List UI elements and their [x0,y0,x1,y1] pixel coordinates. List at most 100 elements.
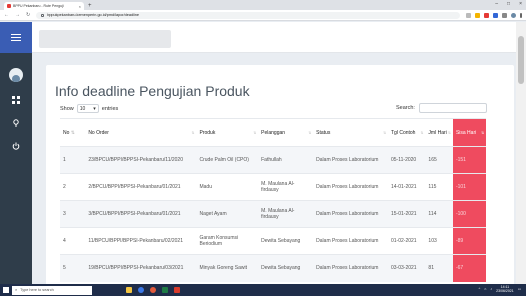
column-header-jml-hari[interactable]: Jml Hari ⇅ [425,118,453,147]
browser-tab-title: BPPU Pekanbaru - Rute Penguji [13,4,64,8]
taskbar-search-placeholder: Type here to search [20,288,54,292]
browser-tab[interactable]: BPPU Pekanbaru - Rute Penguji × [4,2,84,10]
table-row: 5 19/BPCU/BPPI/BPPSI-Pekanbaru/03/2021 M… [60,254,486,282]
cell-no: 5 [60,254,86,282]
power-icon[interactable] [12,142,20,150]
column-header-sisa-hari[interactable]: Sisa Hari ⇅ [452,118,486,147]
magnifier-icon: ⌕ [15,288,18,292]
deadline-card: Info deadline Pengujian Produk Show 10 ▾… [46,65,514,285]
cell-sisa-hari: -67 [452,254,486,282]
cell-status: Dalam Proses Laboratorium [313,254,388,282]
tray-chevron-icon[interactable]: ^ [479,287,481,291]
chrome-icon[interactable] [138,287,144,293]
cell-tgl-contoh: 01-02-2021 [388,227,426,255]
show-label: Show [60,105,74,112]
scrollbar-thumb[interactable] [518,36,524,84]
column-header-status[interactable]: Status ⇅ [313,118,388,147]
profile-icon[interactable] [511,12,516,18]
column-header-no[interactable]: No ⇅ [60,118,86,147]
browser-tab-bar: BPPU Pekanbaru - Rute Penguji × + – □ × [0,0,526,10]
entries-value: 10 [79,105,86,112]
column-header-pelanggan[interactable]: Pelanggan ⇅ [258,118,314,147]
cell-no-order: 23/BPCU/BPPI/BPPSI-Pekanbaru/11/2020 [85,146,197,174]
favicon-icon [7,4,11,8]
cell-tgl-contoh: 14-01-2021 [388,173,426,201]
table-row: 1 23/BPCU/BPPI/BPPSI-Pekanbaru/11/2020 C… [60,146,486,174]
close-tab-icon[interactable]: × [79,4,81,9]
zoom-icon[interactable] [466,12,471,18]
lock-icon [41,13,45,17]
cell-jml-hari: 103 [425,227,453,255]
address-bar-row: ← → ↻ bppukpekanbaru.kemenperin.go.id/pm… [0,10,526,21]
minimize-button[interactable]: – [495,1,498,7]
back-icon[interactable]: ← [4,12,9,18]
cell-status: Dalam Proses Laboratorium [313,200,388,228]
clock[interactable]: 14:11 23/06/2021 [496,285,514,293]
chevron-down-icon: ▾ [93,105,96,112]
system-tray: ^ ⌂ ♪ 14:11 23/06/2021 ▭ [479,285,521,293]
forward-icon[interactable]: → [15,12,20,18]
extension-icon[interactable] [484,12,489,18]
entries-select[interactable]: 10 ▾ [76,104,99,113]
cell-no: 3 [60,200,86,228]
user-avatar[interactable] [9,68,23,82]
cell-no-order: 11/BPCU/BPPI/BPPSI-Pekanbaru/02/2021 [85,227,197,255]
column-header-no-order[interactable]: No Order ⇅ [85,118,197,147]
hamburger-menu-icon[interactable] [11,33,21,42]
cell-status: Dalam Proses Laboratorium [313,173,388,201]
browser-icon[interactable] [150,287,156,293]
column-header-produk[interactable]: Produk ⇅ [196,118,259,147]
reload-icon[interactable]: ↻ [26,12,30,18]
cell-jml-hari: 115 [425,173,453,201]
cell-sisa-hari: -100 [452,200,486,228]
menu-dots-icon[interactable] [520,12,522,18]
cell-tgl-contoh: 05-11-2020 [388,146,426,174]
cell-status: Dalam Proses Laboratorium [313,146,388,174]
puzzle-icon[interactable] [502,12,507,18]
column-header-tgl-contoh[interactable]: Tgl Contoh ⇅ [388,118,426,147]
cell-sisa-hari: -151 [452,146,486,174]
location-pin-icon[interactable] [12,119,20,127]
cell-pelanggan: M. Maulana Al-firdausy [258,173,314,201]
taskbar-search-input[interactable]: ⌕ Type here to search [12,285,92,295]
search-control: Search: [396,103,487,113]
cell-pelanggan: Fathullah [258,146,314,174]
entries-label: entries [101,105,119,112]
cell-tgl-contoh: 15-01-2021 [388,200,426,228]
left-sidebar [0,22,32,284]
windows-start-icon[interactable] [0,287,12,293]
search-input[interactable] [418,103,487,113]
table-row: 2 2/BPCU/BPPI/BPPSI-Pekanbaru/01/2021 Ma… [60,173,486,201]
file-explorer-icon[interactable] [126,287,132,293]
page-scrollbar[interactable] [516,22,526,284]
cell-sisa-hari: -89 [452,227,486,255]
url-field[interactable]: bppukpekanbaru.kemenperin.go.id/pmd/lapo… [36,11,460,19]
cell-jml-hari: 165 [425,146,453,174]
cell-produk: Crude Palm Oil (CPO) [196,146,259,174]
grid-icon[interactable] [12,96,20,104]
new-tab-button[interactable]: + [88,2,92,10]
taskbar-apps [126,287,180,293]
network-icon[interactable]: ⌂ [484,287,486,291]
cell-pelanggan: M. Maulana Al-firdausy [258,200,314,228]
notification-icon[interactable]: ▭ [518,287,521,291]
pdf-icon[interactable] [174,287,180,293]
cell-no: 4 [60,227,86,255]
windows-taskbar: ⌕ Type here to search ^ ⌂ ♪ 14:11 23/06/2… [0,284,526,296]
cell-produk: Garam Konsumsi Beriodium [196,227,259,255]
volume-icon[interactable]: ♪ [490,287,492,291]
cell-no: 1 [60,146,86,174]
extension-icon[interactable] [493,12,498,18]
cell-pelanggan: Dewita Sebayang [258,254,314,282]
maximize-button[interactable]: □ [507,1,510,7]
cell-produk: Minyak Goreng Sawit [196,254,259,282]
cell-no-order: 19/BPCU/BPPI/BPPSI-Pekanbaru/03/2021 [85,254,197,282]
excel-icon[interactable] [162,287,168,293]
table-row: 4 11/BPCU/BPPI/BPPSI-Pekanbaru/02/2021 G… [60,227,486,255]
sidebar-header [0,22,32,53]
close-window-button[interactable]: × [519,1,522,7]
header-placeholder-box [39,30,171,48]
window-controls: – □ × [495,1,522,7]
star-icon[interactable] [475,12,480,18]
cell-produk: Madu [196,173,259,201]
